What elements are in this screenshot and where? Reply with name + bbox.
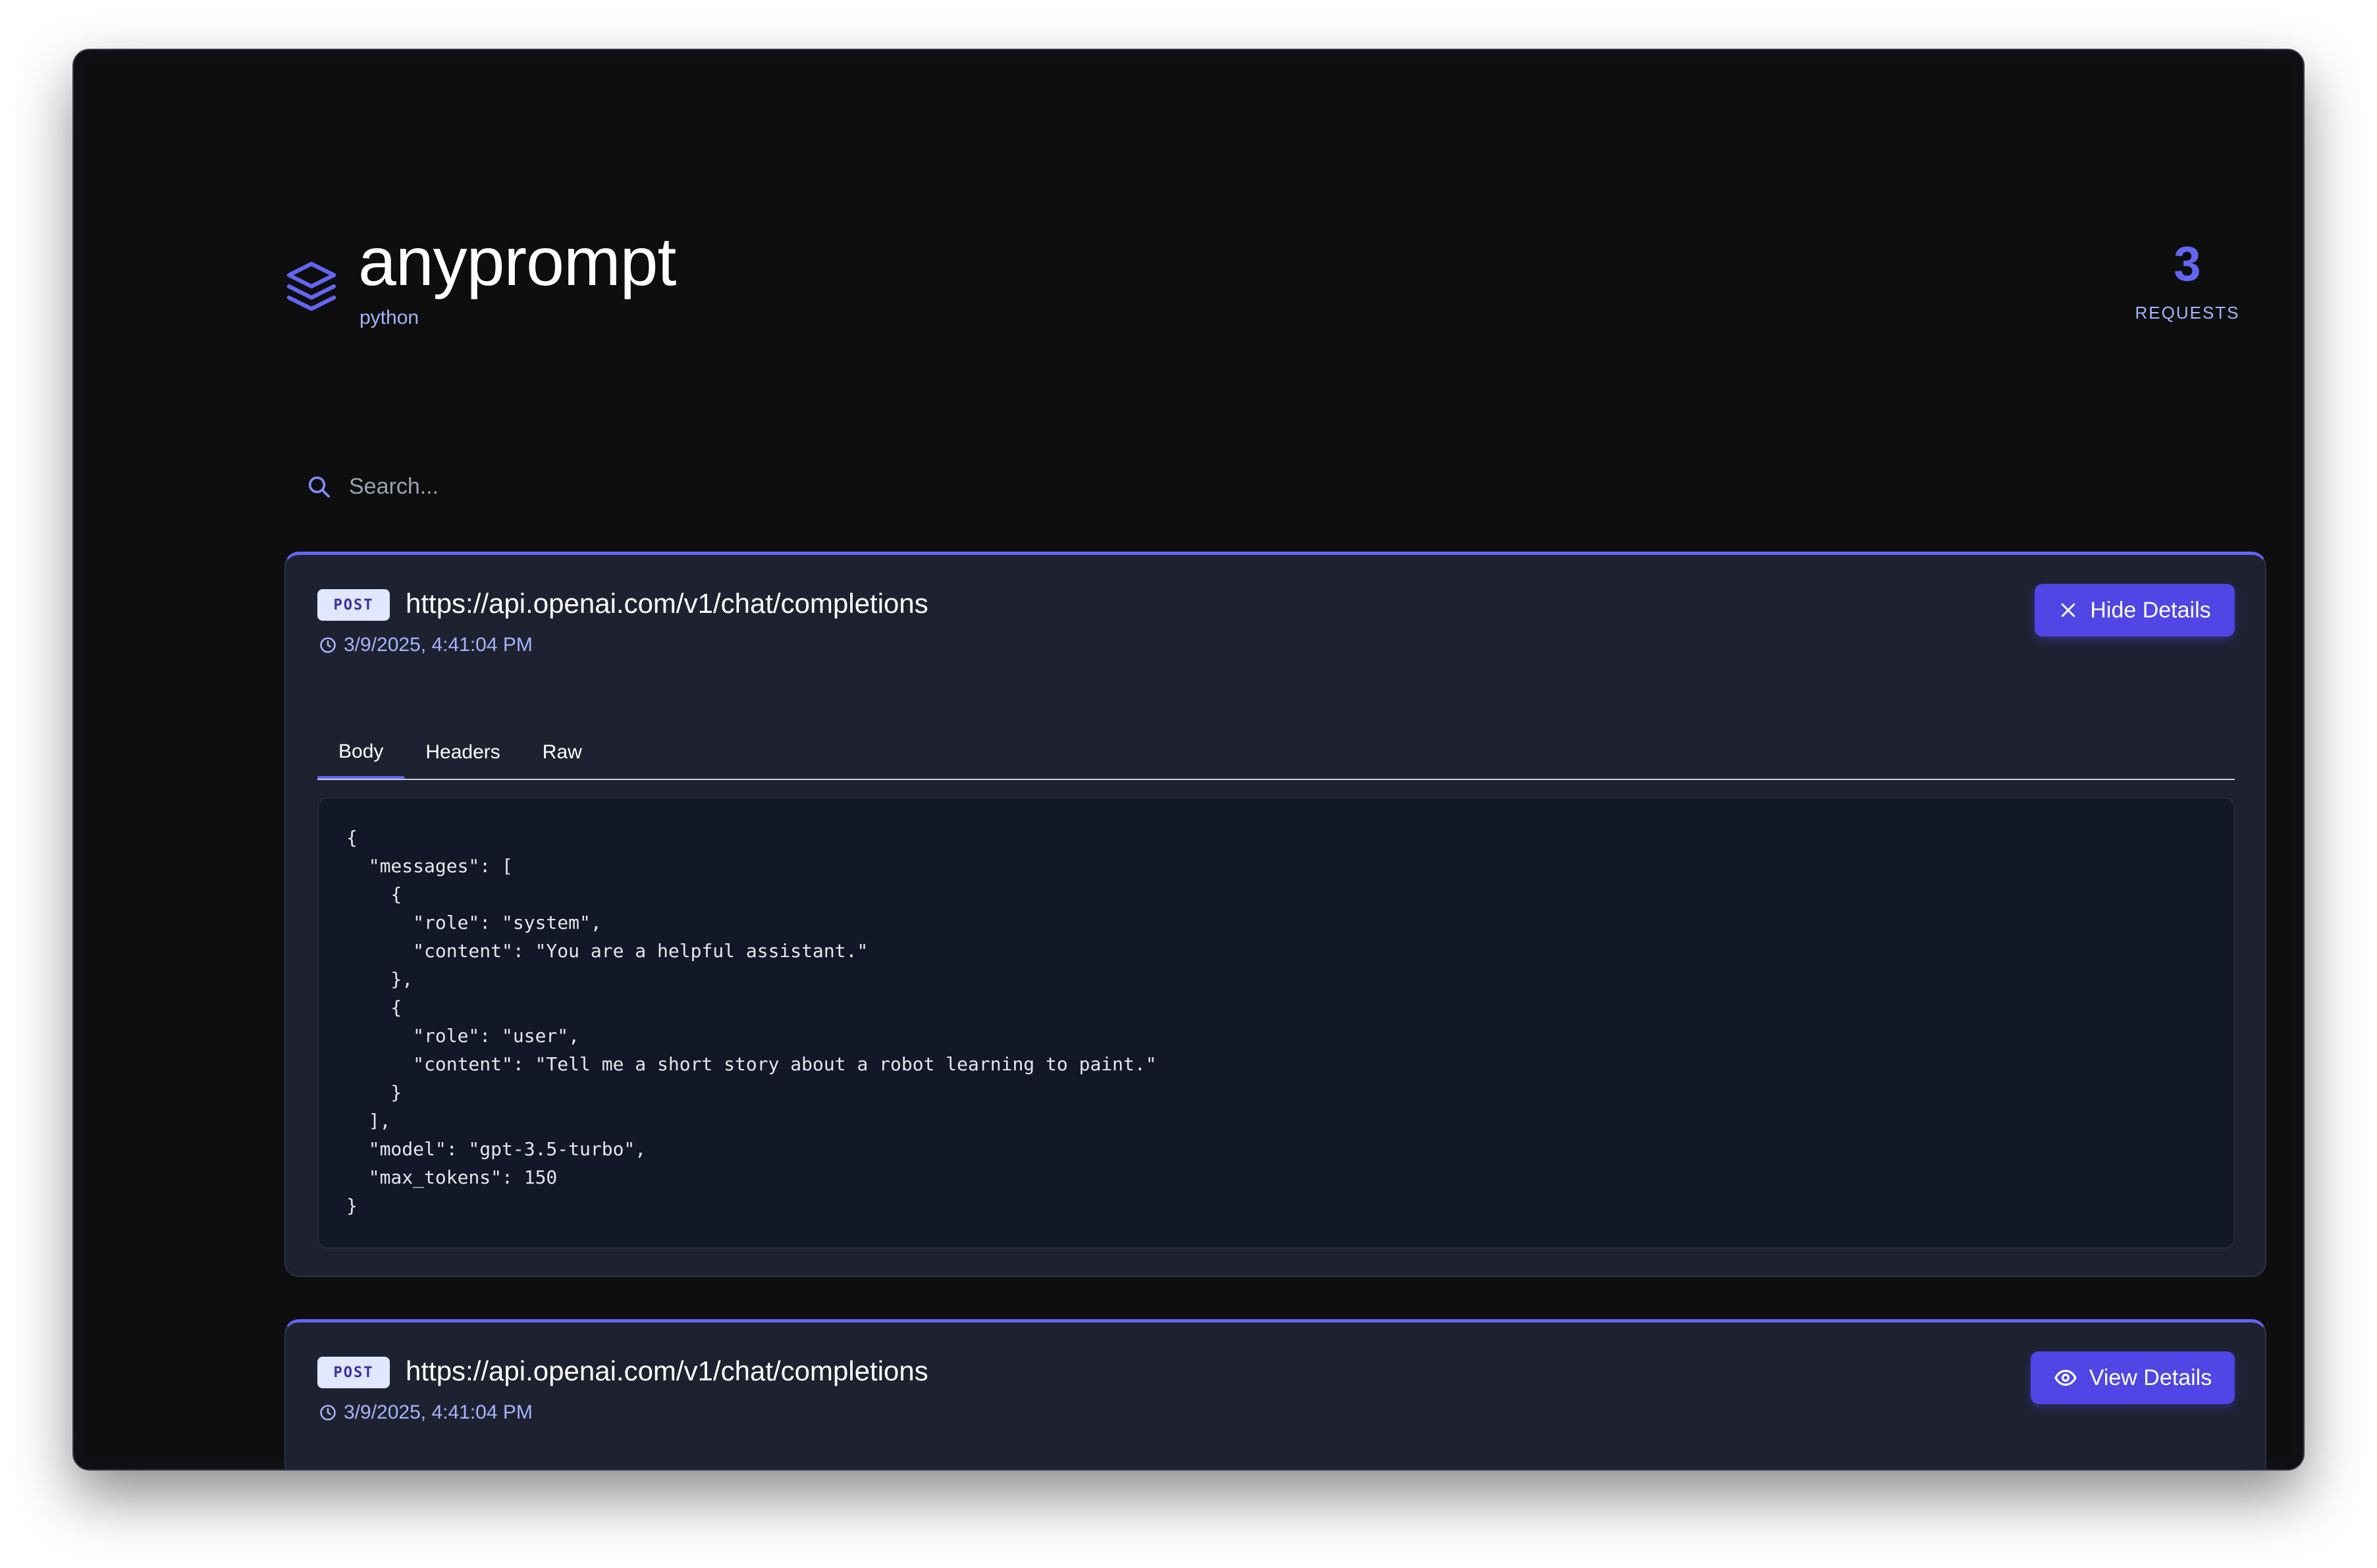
request-url: https://api.openai.com/v1/chat/completio… bbox=[406, 588, 928, 619]
app-title: anyprompt bbox=[358, 224, 676, 300]
request-body-json: { "messages": [ { "role": "system", "con… bbox=[346, 827, 1157, 1216]
eye-icon bbox=[2054, 1369, 2077, 1386]
app-subtitle: python bbox=[360, 307, 419, 328]
tab-body[interactable]: Body bbox=[317, 727, 405, 779]
request-url: https://api.openai.com/v1/chat/completio… bbox=[406, 1355, 928, 1386]
tab-headers[interactable]: Headers bbox=[404, 727, 521, 777]
request-body-viewer: { "messages": [ { "role": "system", "con… bbox=[317, 797, 2235, 1249]
clock-icon bbox=[320, 637, 336, 653]
request-card: POST https://api.openai.com/v1/chat/comp… bbox=[284, 1319, 2266, 1469]
search-input[interactable] bbox=[348, 466, 2266, 507]
view-details-button[interactable]: View Details bbox=[2031, 1351, 2235, 1404]
timestamp-text: 3/9/2025, 4:41:04 PM bbox=[344, 1401, 533, 1423]
detail-tabs: Body Headers Raw bbox=[317, 727, 2235, 780]
tab-raw[interactable]: Raw bbox=[521, 727, 603, 777]
layers-icon bbox=[286, 261, 336, 311]
request-count: 3 bbox=[2174, 236, 2201, 291]
request-count-label: REQUESTS bbox=[2135, 303, 2240, 323]
app-window: anyprompt python 3 REQUESTS POST https:/… bbox=[72, 49, 2305, 1471]
search-icon bbox=[308, 476, 330, 498]
search-bar bbox=[284, 457, 2266, 516]
hide-details-label: Hide Details bbox=[2090, 597, 2211, 623]
hide-details-button[interactable]: Hide Details bbox=[2035, 584, 2235, 637]
request-card: POST https://api.openai.com/v1/chat/comp… bbox=[284, 552, 2266, 1277]
view-details-label: View Details bbox=[2089, 1365, 2212, 1390]
close-icon bbox=[2062, 603, 2075, 617]
method-badge: POST bbox=[317, 589, 390, 621]
clock-icon bbox=[320, 1405, 336, 1421]
method-badge: POST bbox=[317, 1357, 390, 1388]
request-timestamp: 3/9/2025, 4:41:04 PM bbox=[319, 1401, 533, 1424]
request-timestamp: 3/9/2025, 4:41:04 PM bbox=[319, 634, 533, 656]
app-content: anyprompt python 3 REQUESTS POST https:/… bbox=[87, 62, 2290, 1469]
timestamp-text: 3/9/2025, 4:41:04 PM bbox=[344, 634, 533, 656]
